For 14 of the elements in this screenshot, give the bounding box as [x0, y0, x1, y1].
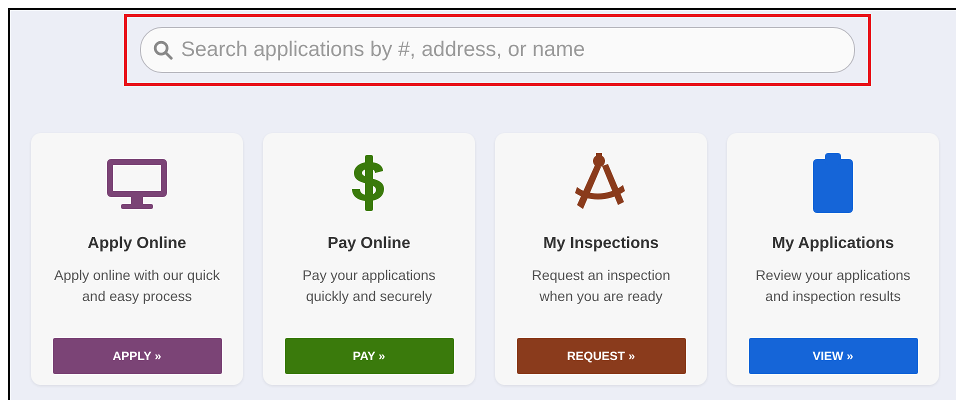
card-title: Apply Online — [88, 235, 186, 253]
card-description: Apply online with our quick and easy process — [53, 266, 221, 306]
card-description: Review your applications and inspection results — [754, 266, 912, 306]
card-title: My Applications — [772, 235, 894, 253]
action-button[interactable]: VIEW » — [748, 338, 918, 374]
card-title: My Inspections — [543, 235, 659, 253]
action-button[interactable]: PAY » — [284, 338, 454, 374]
search-field[interactable]: Search applications by #, address, or name — [140, 27, 855, 73]
card-title: Pay Online — [328, 235, 410, 253]
action-button[interactable]: APPLY » — [52, 338, 222, 374]
card-description: Request an inspection when you are ready — [530, 266, 672, 306]
card-description: Pay your applications quickly and securely — [301, 266, 437, 306]
action-button[interactable]: REQUEST » — [516, 338, 686, 374]
search-icon — [152, 39, 174, 61]
